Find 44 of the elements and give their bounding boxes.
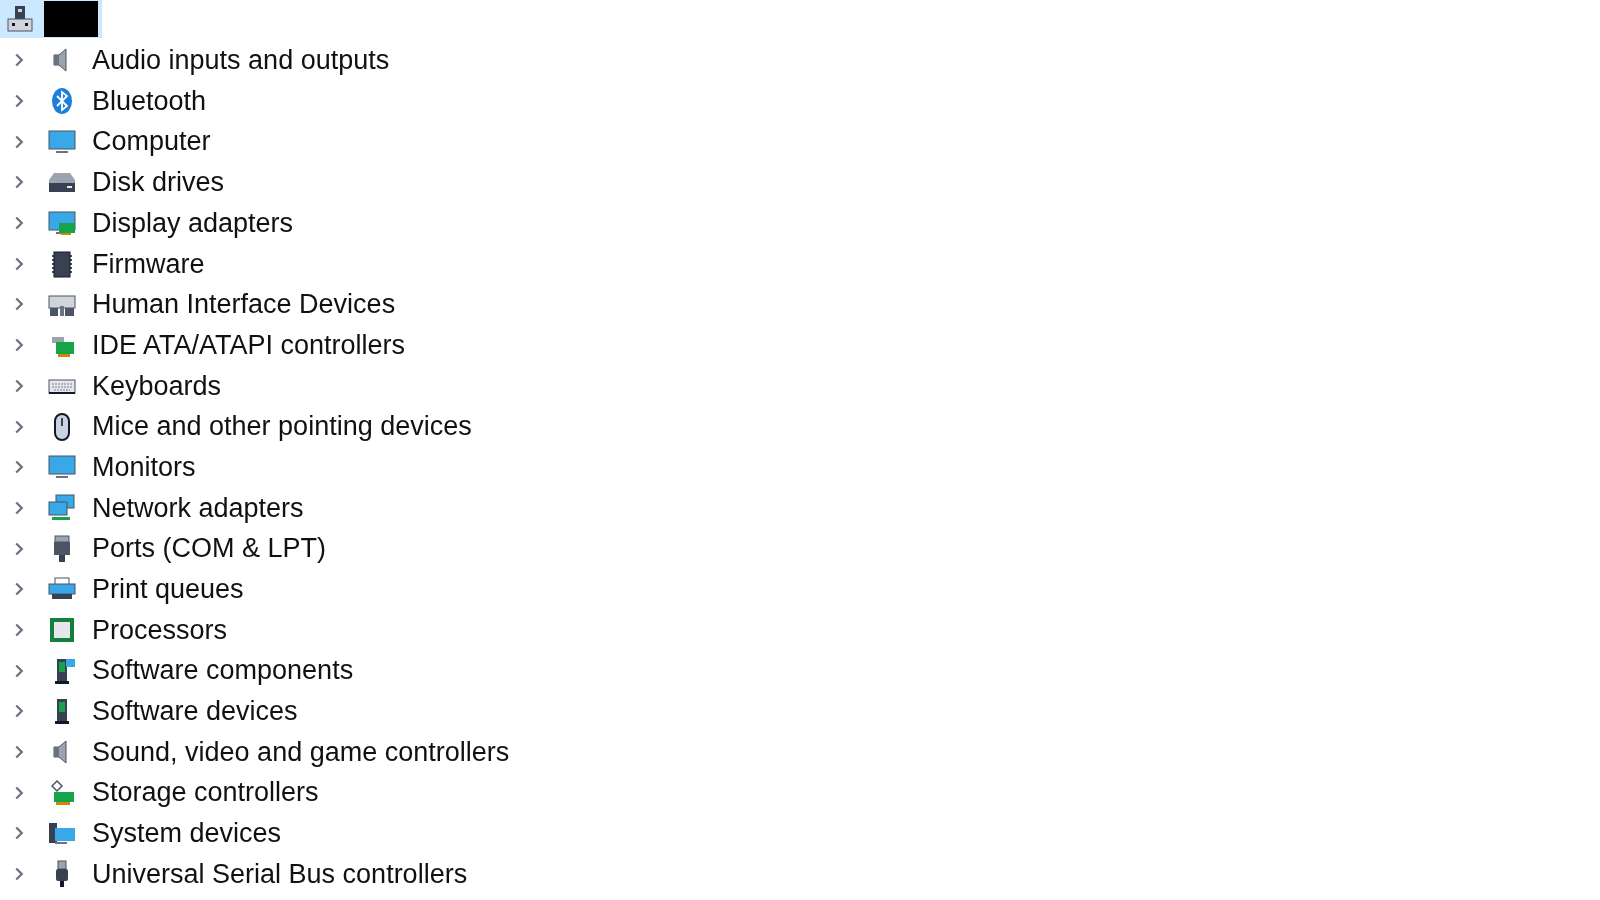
tree-item[interactable]: Audio inputs and outputs [0, 40, 1600, 81]
root-node[interactable] [0, 0, 102, 38]
tree-item[interactable]: Software components [0, 650, 1600, 691]
item-label: Keyboards [92, 369, 222, 403]
item-label: Print queues [92, 573, 244, 607]
item-label: Universal Serial Bus controllers [92, 857, 468, 891]
item-label: Storage controllers [92, 776, 319, 810]
item-label: Software devices [92, 695, 298, 729]
computer-icon [4, 3, 36, 35]
item-label: Display adapters [92, 206, 294, 240]
tree-item[interactable]: Software devices [0, 691, 1600, 732]
item-label: Mice and other pointing devices [92, 410, 472, 444]
tree-item[interactable]: Bluetooth [0, 80, 1600, 122]
item-label: Ports (COM & LPT) [92, 532, 327, 566]
tree-item[interactable]: Network adapters [0, 487, 1600, 529]
tree-item[interactable]: Computer [0, 121, 1600, 163]
tree-item[interactable]: System devices [0, 813, 1600, 854]
tree-item[interactable]: IDE ATA/ATAPI controllers [0, 324, 1600, 366]
item-label: Software components [92, 654, 354, 688]
item-label: Disk drives [92, 166, 225, 200]
tree-item[interactable]: Processors [0, 609, 1600, 651]
tree-item[interactable]: Firmware [0, 243, 1600, 285]
tree-item[interactable]: Print queues [0, 568, 1600, 610]
tree-item[interactable]: Ports (COM & LPT) [0, 528, 1600, 569]
item-label: IDE ATA/ATAPI controllers [92, 328, 406, 362]
item-label: Network adapters [92, 491, 304, 525]
tree-item[interactable]: Disk drives [0, 162, 1600, 203]
tree-item[interactable]: Storage controllers [0, 772, 1600, 814]
item-label: Audio inputs and outputs [92, 44, 390, 78]
tree-item[interactable]: Sound, video and game controllers [0, 731, 1600, 773]
item-label: Computer [92, 125, 211, 159]
item-label: Bluetooth [92, 84, 207, 118]
item-label: Human Interface Devices [92, 288, 396, 322]
item-label: Sound, video and game controllers [92, 735, 510, 769]
tree-item[interactable]: Human Interface Devices [0, 284, 1600, 325]
tree-item[interactable]: Monitors [0, 446, 1600, 488]
tree-item[interactable]: Mice and other pointing devices [0, 406, 1600, 447]
item-label: Monitors [92, 450, 196, 484]
tree-item[interactable]: Keyboards [0, 365, 1600, 407]
item-label: Processors [92, 613, 228, 647]
item-label: Firmware [92, 247, 205, 281]
tree-item[interactable]: Display adapters [0, 202, 1600, 244]
item-label: System devices [92, 817, 282, 851]
tree-item[interactable]: Universal Serial Bus controllers [0, 853, 1600, 895]
